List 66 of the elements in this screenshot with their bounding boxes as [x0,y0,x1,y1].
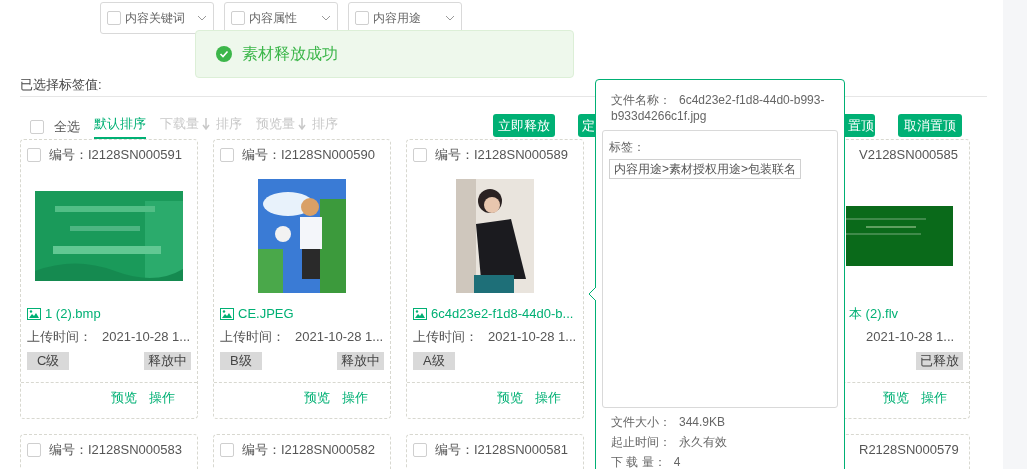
detail-label: 下 载 量： [611,454,666,469]
checkbox[interactable] [27,443,41,457]
upload-label: 上传时间： [220,328,285,347]
grade-badge: A级 [413,352,455,370]
tags-label: 标签： [609,139,645,156]
arrow-down-icon [298,118,306,130]
selected-tags-label: 已选择标签值: [20,77,102,92]
image-icon [27,308,41,320]
checkbox[interactable] [413,443,427,457]
file-name[interactable]: 1 (2).bmp [45,304,101,324]
detail-label: 起止时间： [611,434,671,451]
action-link[interactable]: 预览 [111,387,137,408]
image-icon [220,308,234,320]
item-number: R2128SN000579 [859,441,959,460]
item-number: V2128SN000585 [859,146,959,165]
upload-time: 2021-10-28 1... [488,328,577,347]
action-link[interactable]: 预览 [883,387,909,408]
checkbox[interactable] [355,11,369,25]
toolbar-button[interactable]: 取消置顶 [898,114,962,137]
checkbox[interactable] [220,443,234,457]
checkbox[interactable] [413,148,427,162]
detail-value: 4 [673,454,681,469]
item-number: 编号：I2128SN000582 [242,441,375,460]
upload-time: 2021-10-28 1... [102,328,191,347]
grade-badge: B级 [220,352,262,370]
check-circle-icon [216,46,232,62]
detail-label: 文件大小： [611,414,671,431]
chevron-down-icon [321,15,331,21]
item-number: 编号：I2128SN000581 [435,441,568,460]
status-badge: 已释放 [916,352,963,370]
checkbox[interactable] [27,148,41,162]
tag-chip: 内容用途>素材授权用途>包装联名 [609,159,801,179]
item-number: 编号：I2128SN000590 [242,146,375,165]
item-number: 编号：I2128SN000591 [49,146,182,165]
image-icon [413,308,427,320]
chevron-down-icon [197,15,207,21]
file-name-detail: 文件名称： 6c4d23e2-f1d8-44d0-b993-b933d4266c1f.jpg [610,92,826,124]
grade-badge: C级 [27,352,70,370]
action-link[interactable]: 操作 [535,387,561,408]
file-name[interactable]: 本 (2).flv [849,304,899,324]
item-number: 编号：I2128SN000583 [49,441,182,460]
status-badge: 释放中 [144,352,191,370]
item-number: 编号：I2128SN000589 [435,146,568,165]
arrow-down-icon [202,118,210,130]
checkbox[interactable] [220,148,234,162]
detail-value: 344.9KB [679,414,726,431]
upload-label: 上传时间： [27,328,92,347]
action-link[interactable]: 预览 [304,387,330,408]
toast-message: 素材释放成功 [242,44,338,64]
checkbox[interactable] [231,11,245,25]
action-link[interactable]: 操作 [149,387,175,408]
action-link[interactable]: 操作 [921,387,947,408]
detail-value: 永久有效 [679,434,727,451]
action-link[interactable]: 操作 [342,387,368,408]
upload-label: 上传时间： [413,328,478,347]
checkbox[interactable] [107,11,121,25]
upload-time: 2021-10-28 1... [866,328,955,347]
file-name[interactable]: CE.JPEG [238,304,294,324]
toolbar-button[interactable]: 立即释放 [493,114,555,137]
chevron-down-icon [445,15,455,21]
status-badge: 释放中 [337,352,384,370]
select-all-label: 全选 [54,118,80,136]
file-name[interactable]: 6c4d23e2-f1d8-44d0-b... [431,304,574,324]
upload-time: 2021-10-28 1... [295,328,384,347]
action-link[interactable]: 预览 [497,387,523,408]
checkbox[interactable] [30,119,44,134]
